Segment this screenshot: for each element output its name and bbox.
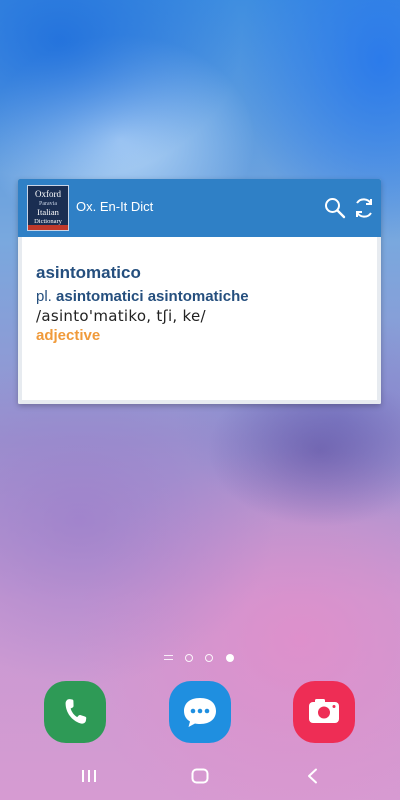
page-dot-current (226, 654, 234, 662)
messages-app-button[interactable] (169, 681, 231, 743)
search-icon[interactable] (323, 196, 347, 220)
camera-icon (309, 699, 339, 723)
home-button[interactable] (190, 762, 210, 790)
headword: asintomatico (36, 263, 141, 282)
page-dot (185, 654, 193, 662)
back-icon (308, 768, 317, 784)
pronunciation: /asinto'matiko, tʃi, ke/ (36, 307, 206, 325)
home-icon (191, 768, 209, 784)
page-dot (205, 654, 213, 662)
plural-forms: asintomatici asintomatiche (56, 288, 249, 305)
phone-app-button[interactable] (44, 681, 106, 743)
back-button[interactable] (304, 762, 322, 790)
svg-text:Oxford: Oxford (35, 189, 61, 199)
refresh-icon[interactable] (352, 196, 376, 220)
app-logo[interactable]: Oxford Paravia Italian Dictionary (27, 185, 69, 231)
camera-app-button[interactable] (293, 681, 355, 743)
home-page-lines-icon (164, 655, 173, 661)
chat-bubble-icon (184, 698, 216, 727)
dictionary-widget[interactable]: Oxford Paravia Italian Dictionary Ox. En… (18, 179, 381, 404)
part-of-speech: adjective (36, 327, 101, 344)
widget-header: Oxford Paravia Italian Dictionary Ox. En… (18, 179, 381, 237)
plural-prefix: pl. (36, 288, 52, 305)
svg-text:Dictionary: Dictionary (34, 218, 63, 225)
recent-apps-button[interactable] (80, 762, 98, 790)
svg-text:Italian: Italian (37, 207, 59, 217)
plural-line: pl. asintomatici asintomatiche (36, 288, 249, 305)
entry-card[interactable]: asintomatico pl. asintomatici asintomati… (18, 237, 381, 404)
phone-icon (65, 699, 87, 724)
recent-apps-icon (82, 770, 96, 782)
widget-title: Ox. En-It Dict (76, 199, 154, 214)
page-indicator (162, 652, 242, 664)
